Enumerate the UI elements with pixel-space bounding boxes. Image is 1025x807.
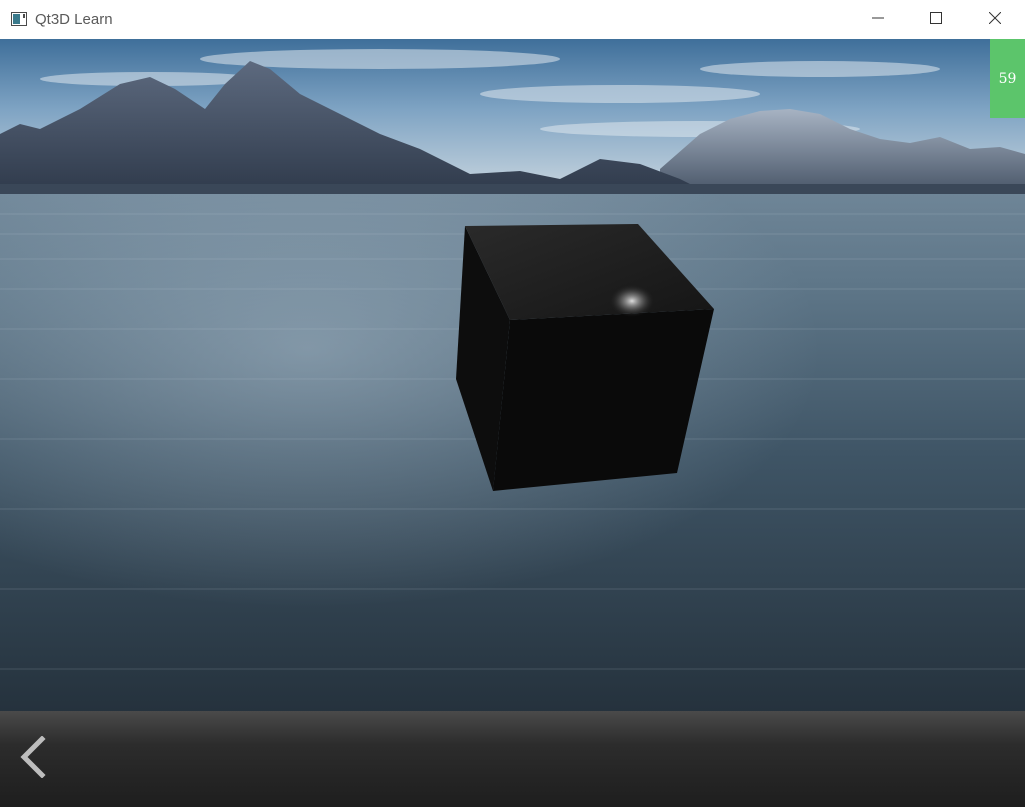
fps-counter: 59 [990,39,1025,118]
fps-value: 59 [998,70,1017,87]
back-button[interactable] [12,733,52,785]
scene-render [0,39,1025,711]
minimize-button[interactable] [849,0,907,39]
window-title: Qt3D Learn [35,11,113,28]
maximize-button[interactable] [907,0,965,39]
app-window-icon [11,12,27,26]
chevron-left-icon [18,734,46,783]
app-window: Qt3D Learn 59 [0,0,1025,807]
title-bar[interactable]: Qt3D Learn [0,0,1025,39]
close-icon [988,11,1002,29]
bottom-toolbar [0,711,1025,807]
cube-specular-highlight [610,285,654,317]
3d-viewport[interactable]: 59 [0,39,1025,711]
minimize-icon [872,11,884,29]
maximize-icon [930,11,942,29]
close-button[interactable] [966,0,1024,39]
